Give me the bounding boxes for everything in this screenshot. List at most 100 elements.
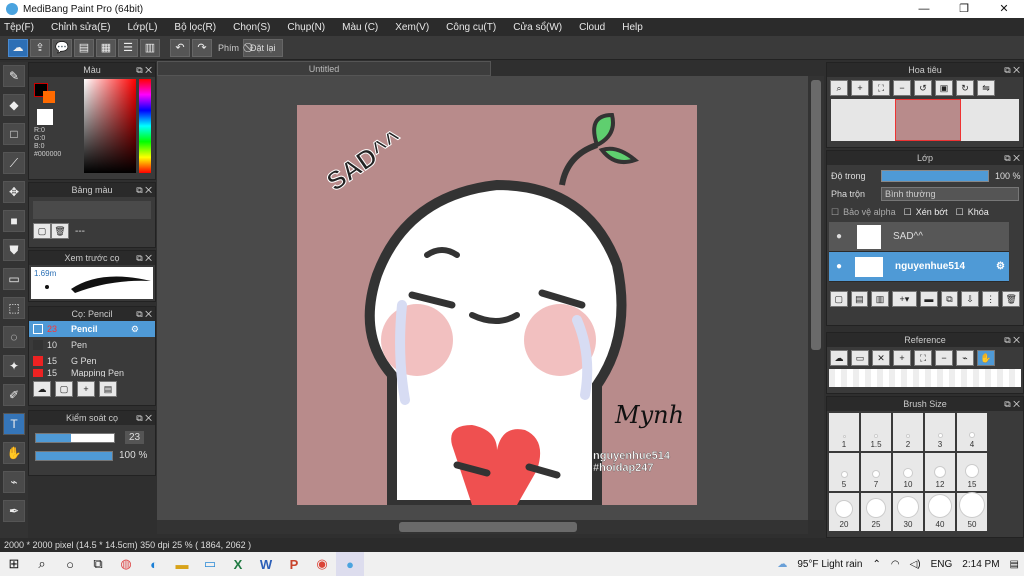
- clip-checkbox[interactable]: ☐: [904, 207, 912, 218]
- list-icon[interactable]: ☰: [118, 38, 138, 57]
- menu-layer[interactable]: Lớp(L): [128, 22, 158, 33]
- panel-close-icon[interactable]: ⧉ ✕: [136, 183, 152, 197]
- volume-icon[interactable]: ◁): [910, 559, 921, 570]
- redo-icon[interactable]: ↷: [192, 38, 212, 57]
- brush-size-slider[interactable]: [35, 432, 115, 443]
- word-icon[interactable]: W: [252, 552, 280, 576]
- menu-filter[interactable]: Bộ lọc(R): [174, 22, 216, 33]
- duplicate-layer-icon[interactable]: ⧉: [940, 291, 959, 307]
- brush-item-g-pen[interactable]: 15 G Pen: [29, 353, 155, 369]
- wifi-icon[interactable]: ◠: [891, 559, 900, 570]
- brush-size-20[interactable]: 20: [829, 493, 859, 531]
- cortana-icon[interactable]: ○: [56, 552, 84, 576]
- add-brush-icon[interactable]: +: [77, 381, 95, 397]
- brush-item-mapping-pen[interactable]: 15 Mapping Pen: [29, 369, 155, 377]
- ref-fit-icon[interactable]: ⛶: [914, 350, 932, 366]
- canvas-area[interactable]: SAD^^ Mynh nguyenhue514 #hoidap247: [157, 76, 808, 520]
- new-8bit-layer-icon[interactable]: ▥: [871, 291, 889, 307]
- brush-size-5[interactable]: 5: [829, 453, 859, 491]
- close-reference-icon[interactable]: ✕: [872, 350, 890, 366]
- brush-size-3[interactable]: 3: [925, 413, 955, 451]
- panel-close-icon[interactable]: ⧉ ✕: [136, 251, 152, 265]
- select-pen-tool-icon[interactable]: ✐: [3, 384, 25, 406]
- layer-menu-icon[interactable]: ⋮: [981, 291, 1000, 307]
- menu-color[interactable]: Màu (C): [342, 22, 378, 33]
- panel-close-icon[interactable]: ⧉ ✕: [136, 307, 152, 321]
- new-layer-icon[interactable]: ▢: [830, 291, 848, 307]
- new-palette-icon[interactable]: ▢: [33, 223, 51, 239]
- brush-size-value[interactable]: 23: [125, 431, 145, 444]
- fill-rect-tool-icon[interactable]: ■: [3, 210, 25, 232]
- line-tool-icon[interactable]: ⟋: [3, 152, 25, 174]
- brush-size-50[interactable]: 50: [957, 493, 987, 531]
- language-indicator[interactable]: ENG: [931, 559, 953, 570]
- new-brush-icon[interactable]: ▢: [55, 381, 73, 397]
- reset-button[interactable]: ⃠ Đặt lại: [243, 38, 283, 57]
- menu-tools[interactable]: Công cụ(T): [446, 22, 496, 33]
- brush-opacity-slider[interactable]: [35, 450, 113, 461]
- layer-row-nguyenhue514[interactable]: ● nguyenhue514 ⚙: [829, 252, 1009, 282]
- brush-size-4[interactable]: 4: [957, 413, 987, 451]
- eyedropper-tool-icon[interactable]: ⌁: [3, 471, 25, 493]
- panel-close-icon[interactable]: ⧉ ✕: [1004, 397, 1020, 411]
- delete-layer-icon[interactable]: 🗑: [1002, 291, 1020, 307]
- task-view-icon[interactable]: ⧉: [84, 552, 112, 576]
- weather-text[interactable]: 95°F Light rain: [797, 559, 862, 570]
- comment-icon[interactable]: ▤: [74, 38, 94, 57]
- open-folder-icon[interactable]: ▭: [851, 350, 869, 366]
- protect-alpha-checkbox[interactable]: ☐: [831, 207, 839, 218]
- eye-icon[interactable]: ●: [829, 231, 849, 242]
- text-tool-icon[interactable]: T: [3, 413, 25, 435]
- speech-bubble-icon[interactable]: 💬: [52, 38, 72, 57]
- ref-zoom-in-icon[interactable]: +: [893, 350, 911, 366]
- gear-icon[interactable]: ⚙: [131, 324, 139, 335]
- menu-snap[interactable]: Chụp(N): [287, 22, 325, 33]
- chevron-up-icon[interactable]: ⌃: [872, 559, 880, 570]
- file-explorer-icon[interactable]: ▬: [168, 552, 196, 576]
- canvas-horizontal-scrollbar[interactable]: [157, 520, 808, 534]
- share-icon[interactable]: ⇪: [30, 38, 50, 57]
- delete-palette-icon[interactable]: 🗑: [51, 223, 69, 239]
- flip-icon[interactable]: ⇋: [977, 80, 995, 96]
- actual-size-icon[interactable]: ▣: [935, 80, 953, 96]
- grid-icon[interactable]: ▥: [140, 38, 160, 57]
- move-tool-icon[interactable]: ✥: [3, 181, 25, 203]
- brush-item-pencil[interactable]: 23 Pencil ⚙: [29, 321, 155, 337]
- layer-opacity-slider[interactable]: [881, 170, 989, 182]
- medibang-taskbar-icon[interactable]: ●: [336, 552, 364, 576]
- undo-icon[interactable]: ↶: [170, 38, 190, 57]
- zoom-in-icon[interactable]: +: [851, 80, 869, 96]
- menu-file[interactable]: Tệp(F): [4, 22, 34, 33]
- transparent-swatch[interactable]: [37, 109, 53, 125]
- windows-start-icon[interactable]: ⊞: [0, 552, 28, 576]
- rectangle-tool-icon[interactable]: □: [3, 123, 25, 145]
- magic-wand-tool-icon[interactable]: ✦: [3, 355, 25, 377]
- fit-window-icon[interactable]: ⛶: [872, 80, 890, 96]
- brush-size-25[interactable]: 25: [861, 493, 891, 531]
- brush-tool-icon[interactable]: ✎: [3, 65, 25, 87]
- canvas-vertical-scrollbar[interactable]: [808, 76, 824, 520]
- page-icon[interactable]: ▦: [96, 38, 116, 57]
- edge-icon[interactable]: ◐: [140, 552, 168, 576]
- menu-select[interactable]: Chọn(S): [233, 22, 270, 33]
- reference-area[interactable]: [829, 369, 1021, 387]
- select-rect-tool-icon[interactable]: ⬚: [3, 297, 25, 319]
- menu-window[interactable]: Cửa sổ(W): [513, 22, 562, 33]
- cloud-reference-icon[interactable]: ☁: [830, 350, 848, 366]
- rotate-right-icon[interactable]: ↻: [956, 80, 974, 96]
- panel-close-icon[interactable]: ⧉ ✕: [1004, 151, 1020, 165]
- panel-close-icon[interactable]: ⧉ ✕: [1004, 333, 1020, 347]
- brush-size-7[interactable]: 7: [861, 453, 891, 491]
- maximize-button[interactable]: ❐: [944, 0, 984, 18]
- menu-cloud[interactable]: Cloud: [579, 22, 605, 33]
- brush-item-pen[interactable]: 10 Pen: [29, 337, 155, 353]
- document-tab[interactable]: Untitled: [157, 61, 491, 76]
- add-layer-dropdown-icon[interactable]: +▾: [891, 291, 918, 307]
- zoom-out-icon[interactable]: −: [893, 80, 911, 96]
- powerpoint-icon[interactable]: P: [280, 552, 308, 576]
- search-icon[interactable]: ⌕: [28, 552, 56, 576]
- excel-icon[interactable]: X: [224, 552, 252, 576]
- chrome-icon[interactable]: ◉: [308, 552, 336, 576]
- menu-edit[interactable]: Chỉnh sửa(E): [51, 22, 111, 33]
- monitor-icon[interactable]: ▭: [196, 552, 224, 576]
